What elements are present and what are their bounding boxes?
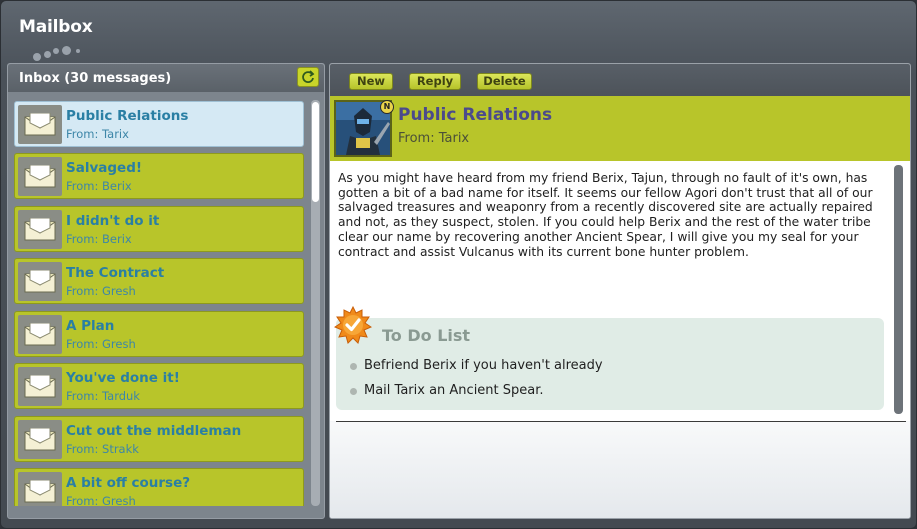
refresh-button[interactable] <box>297 67 319 87</box>
message-from: From: Tarix <box>398 131 470 146</box>
message-sender: From: Berix <box>66 179 132 193</box>
message-sender: From: Gresh <box>66 494 136 506</box>
new-button[interactable]: New <box>349 73 393 90</box>
envelope-icon <box>18 420 62 459</box>
message-body-text: As you might have heard from my friend B… <box>338 171 873 259</box>
envelope-icon <box>18 105 62 144</box>
message-sender: From: Tarix <box>66 127 129 141</box>
message-subject: Salvaged! <box>66 160 143 176</box>
reply-button[interactable]: Reply <box>409 73 461 90</box>
envelope-icon <box>18 210 62 249</box>
inbox-scrollbar[interactable] <box>311 100 320 506</box>
envelope-icon <box>18 157 62 196</box>
message-subject: Public Relations <box>66 108 189 124</box>
message-subject: A Plan <box>66 318 115 334</box>
message-subject: You've done it! <box>66 370 180 386</box>
message-item-cut-out-the-middleman[interactable]: Cut out the middleman From: Strakk <box>14 416 304 462</box>
message-subject: A bit off course? <box>66 475 191 491</box>
window-title: Mailbox <box>19 17 93 37</box>
decorative-dots <box>31 46 91 62</box>
checkmark-seal-icon <box>333 305 373 344</box>
todo-item: Befriend Berix if you haven't already <box>364 358 603 373</box>
message-footer-area <box>330 422 910 518</box>
inbox-header: Inbox (30 messages) <box>8 64 324 92</box>
message-sender: From: Berix <box>66 232 132 246</box>
message-header: N Public Relations From: Tarix <box>330 96 910 161</box>
message-item-a-bit-off-course[interactable]: A bit off course? From: Gresh <box>14 468 304 506</box>
todo-item: Mail Tarix an Ancient Spear. <box>364 383 544 398</box>
mailbox-window: Mailbox Inbox (30 messages) Public Relat… <box>0 0 917 529</box>
message-subject: Cut out the middleman <box>66 423 242 439</box>
message-subject-title: Public Relations <box>398 105 553 125</box>
message-panel: New Reply Delete N Public Relations From… <box>329 63 911 519</box>
refresh-icon <box>302 70 315 83</box>
bullet-icon <box>350 388 357 395</box>
message-item-public-relations[interactable]: Public Relations From: Tarix <box>14 101 304 147</box>
message-sender: From: Tarduk <box>66 389 140 403</box>
message-item-the-contract[interactable]: The Contract From: Gresh <box>14 258 304 304</box>
message-sender: From: Gresh <box>66 337 136 351</box>
bullet-icon <box>350 363 357 370</box>
delete-button[interactable]: Delete <box>477 73 532 90</box>
envelope-icon <box>18 472 62 506</box>
inbox-scrollbar-thumb[interactable] <box>312 102 319 202</box>
inbox-title: Inbox (30 messages) <box>19 71 172 86</box>
message-item-a-plan[interactable]: A Plan From: Gresh <box>14 311 304 357</box>
message-item-youve-done-it[interactable]: You've done it! From: Tarduk <box>14 363 304 409</box>
new-message-badge: N <box>380 100 394 114</box>
message-list: Public Relations From: Tarix Salvaged! F… <box>12 96 308 506</box>
message-sender: From: Strakk <box>66 442 139 456</box>
message-subject: I didn't do it <box>66 213 160 229</box>
inbox-panel: Inbox (30 messages) Public Relations Fro… <box>7 63 325 519</box>
envelope-icon <box>18 367 62 406</box>
todo-title: To Do List <box>382 326 471 345</box>
message-item-salvaged[interactable]: Salvaged! From: Berix <box>14 153 304 199</box>
message-subject: The Contract <box>66 265 165 281</box>
message-item-i-didnt-do-it[interactable]: I didn't do it From: Berix <box>14 206 304 252</box>
message-sender: From: Gresh <box>66 284 136 298</box>
message-scrollbar[interactable] <box>894 165 903 414</box>
message-toolbar: New Reply Delete <box>330 64 910 96</box>
envelope-icon <box>18 262 62 301</box>
envelope-icon <box>18 315 62 354</box>
